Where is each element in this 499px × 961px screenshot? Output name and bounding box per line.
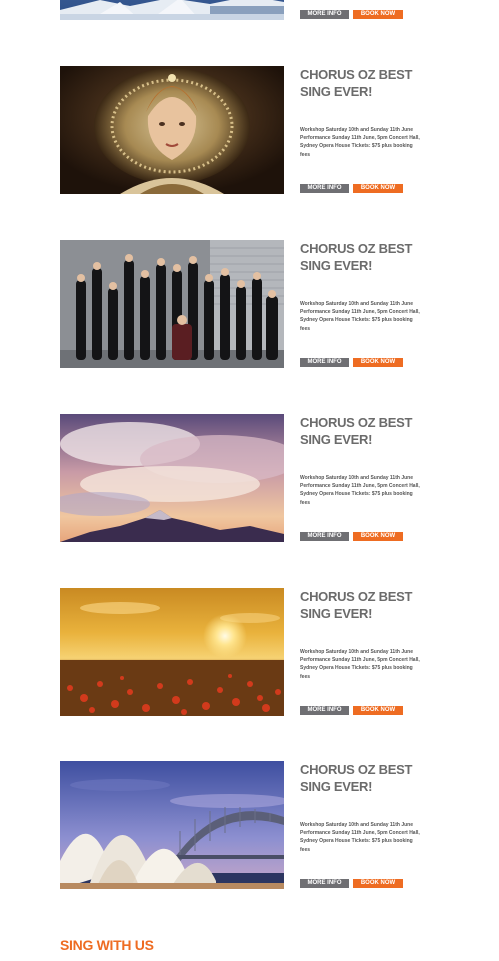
more-info-button[interactable]: MORE INFO [300,532,349,541]
event-card: CHORUS OZ BEST SING EVER! Workshop Satur… [60,414,420,542]
event-title: CHORUS OZ BEST SING EVER! [300,415,413,447]
more-info-button[interactable]: MORE INFO [300,184,349,193]
more-info-button[interactable]: MORE INFO [300,10,349,19]
book-now-button[interactable]: BOOK NOW [353,184,403,193]
event-description: Workshop Saturday 10th and Sunday 11th J… [300,822,420,853]
more-info-button[interactable]: MORE INFO [300,358,349,367]
event-description: Workshop Saturday 10th and Sunday 11th J… [300,475,420,506]
event-card: CHORUS OZ BEST SING EVER! Workshop Satur… [60,66,420,194]
event-card: CHORUS OZ BEST SING EVER! Workshop Satur… [60,761,420,889]
mountain-sunset-clouds-icon[interactable] [60,414,284,542]
event-description: Workshop Saturday 10th and Sunday 11th J… [300,301,420,332]
event-title: CHORUS OZ BEST SING EVER! [300,241,413,273]
event-title: CHORUS OZ BEST SING EVER! [300,67,413,99]
more-info-button[interactable]: MORE INFO [300,706,349,715]
more-info-button[interactable]: MORE INFO [300,879,349,888]
event-card: CHORUS OZ BEST SING EVER! Workshop Satur… [60,240,420,368]
book-now-button[interactable]: BOOK NOW [353,10,403,19]
event-description: Workshop Saturday 10th and Sunday 11th J… [300,649,420,680]
book-now-button[interactable]: BOOK NOW [353,532,403,541]
event-title: CHORUS OZ BEST SING EVER! [300,762,413,794]
book-now-button[interactable]: BOOK NOW [353,879,403,888]
event-card: CHORUS OZ BEST SING EVER! Workshop Satur… [60,588,420,716]
events-page: MORE INFO BOOK NOW CHORUS OZ BEST SING E… [0,0,499,961]
event-card-top-partial: MORE INFO BOOK NOW [60,0,420,20]
event-description: Workshop Saturday 10th and Sunday 11th J… [300,127,420,158]
elizabethan-portrait-icon[interactable] [60,66,284,194]
opera-house-icon[interactable] [60,0,284,20]
sing-with-us-heading: SING WITH US [60,937,154,953]
choir-group-photo-icon[interactable] [60,240,284,368]
poppy-field-sunset-icon[interactable] [60,588,284,716]
book-now-button[interactable]: BOOK NOW [353,358,403,367]
sydney-opera-house-harbour-bridge-icon[interactable] [60,761,284,889]
event-title: CHORUS OZ BEST SING EVER! [300,589,413,621]
book-now-button[interactable]: BOOK NOW [353,706,403,715]
